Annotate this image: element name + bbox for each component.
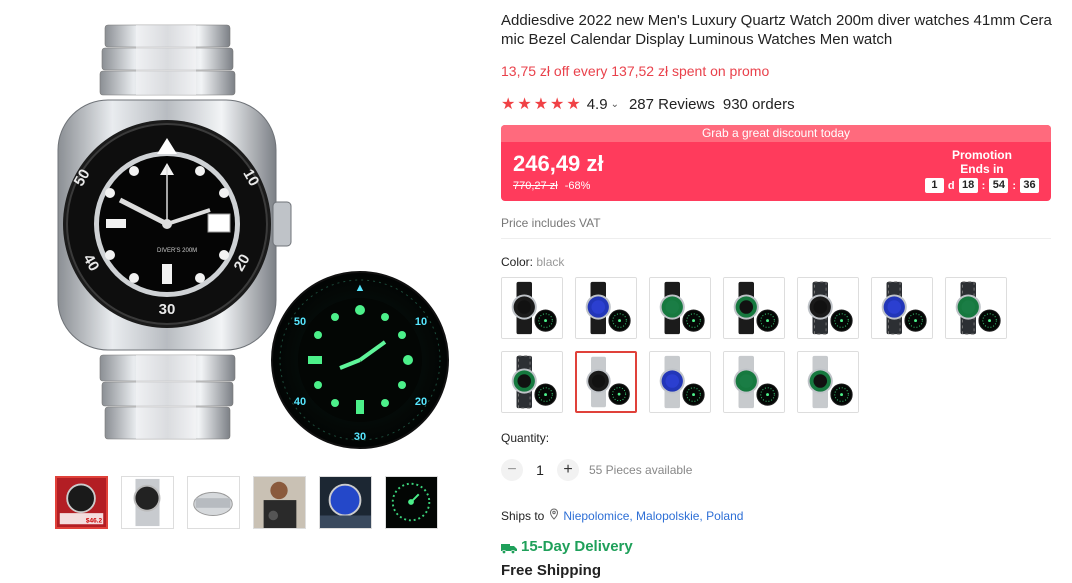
svg-text:DIVER'S 200M: DIVER'S 200M: [157, 248, 197, 254]
rating-row: ★ ★ ★ ★ ★ 4.9 ⌄ 287 Reviews 930 orders: [501, 96, 795, 113]
svg-text:30: 30: [159, 301, 176, 318]
svg-text:50: 50: [294, 316, 306, 328]
color-swatches: [501, 277, 1021, 413]
delivery-info: 15-Day Delivery: [501, 538, 633, 555]
ships-to-label: Ships to: [501, 508, 545, 523]
quantity-value[interactable]: 1: [523, 462, 557, 478]
thumbnail-2[interactable]: [121, 476, 174, 529]
ships-to-row: Ships to Niepolomice, Malopolskie, Polan…: [501, 508, 743, 523]
thumbnail-3[interactable]: [187, 476, 240, 529]
star-icon: ★: [517, 95, 532, 113]
color-swatch-7[interactable]: [945, 277, 1007, 339]
luminous-dial-inset: ▲ 30 50 10 40 20: [271, 271, 449, 449]
bracelet-bottom: [99, 354, 236, 440]
rating-stars: ★ ★ ★ ★ ★: [501, 95, 581, 113]
color-swatch-8[interactable]: [501, 351, 563, 413]
thumbnail-badge: $46.2: [86, 517, 103, 524]
original-price-row: 770,27 zł -68%: [513, 180, 590, 192]
star-icon: ★: [550, 95, 565, 113]
thumbnail-strip: $46.2: [55, 476, 438, 529]
color-swatch-5[interactable]: [797, 277, 859, 339]
bracelet-top: [99, 24, 236, 96]
color-swatch-9[interactable]: [575, 351, 637, 413]
quantity-plus-button[interactable]: +: [557, 459, 579, 481]
truck-icon: [501, 541, 517, 554]
color-swatch-3[interactable]: [649, 277, 711, 339]
quantity-minus-button[interactable]: −: [501, 459, 523, 481]
reviews-link[interactable]: 287 Reviews: [629, 96, 715, 113]
countdown: 1 d 18 : 54 : 36: [924, 178, 1039, 193]
color-swatch-2[interactable]: [575, 277, 637, 339]
thumbnail-5[interactable]: [319, 476, 372, 529]
countdown-days-unit: d: [947, 179, 955, 192]
vat-note: Price includes VAT: [501, 216, 601, 230]
current-price: 246,49 zł: [513, 151, 604, 176]
discount-percent: -68%: [564, 180, 591, 192]
star-icon: ★: [533, 95, 549, 113]
color-swatch-10[interactable]: [649, 351, 711, 413]
countdown-seconds: 36: [1020, 178, 1039, 193]
main-product-image[interactable]: 30 40 20 50 10 DIVER'S 200M ▲ 30 50 10 4…: [40, 20, 460, 450]
chevron-down-icon[interactable]: ⌄: [611, 99, 619, 110]
countdown-days: 1: [924, 178, 944, 193]
countdown-separator: :: [1012, 179, 1016, 192]
delivery-text: 15-Day Delivery: [521, 538, 633, 555]
promotion-timer: Promotion Ends in 1 d 18 : 54 : 36: [924, 148, 1039, 193]
thumbnail-6[interactable]: [385, 476, 438, 529]
color-swatch-4[interactable]: [723, 277, 785, 339]
shipping-location-link[interactable]: Niepolomice, Malopolskie, Poland: [563, 509, 743, 523]
color-swatch-1[interactable]: [501, 277, 563, 339]
color-swatch-12[interactable]: [797, 351, 859, 413]
rating-value[interactable]: 4.9: [587, 96, 608, 113]
color-label-text: Color:: [501, 255, 534, 269]
color-label: Color: black: [501, 255, 564, 269]
promotion-label: Promotion: [951, 148, 1012, 162]
color-swatch-11[interactable]: [723, 351, 785, 413]
free-shipping: Free Shipping: [501, 562, 602, 579]
divider: [501, 238, 1051, 239]
countdown-separator: :: [981, 179, 986, 192]
star-icon: ★: [501, 95, 516, 113]
color-selected-value: black: [536, 255, 565, 269]
color-swatch-6[interactable]: [871, 277, 933, 339]
countdown-hours: 18: [958, 178, 978, 193]
svg-text:10: 10: [415, 316, 427, 328]
countdown-minutes: 54: [989, 178, 1009, 193]
svg-text:40: 40: [294, 396, 306, 408]
svg-text:30: 30: [354, 431, 366, 443]
product-title: Addiesdive 2022 new Men's Luxury Quartz …: [501, 12, 1052, 48]
price-banner: Grab a great discount today 246,49 zł 77…: [501, 125, 1051, 201]
location-pin-icon: [549, 508, 559, 523]
svg-text:▲: ▲: [355, 282, 366, 294]
quantity-available: 55 Pieces available: [589, 463, 693, 477]
orders-count: 930 orders: [722, 96, 795, 113]
thumbnail-4[interactable]: [253, 476, 306, 529]
ends-in-label: Ends in: [960, 162, 1004, 176]
quantity-label: Quantity:: [501, 431, 550, 445]
discount-banner-text: Grab a great discount today: [501, 125, 1051, 142]
star-icon: ★: [566, 95, 581, 113]
watch-case: 30 40 20 50 10 DIVER'S 200M: [57, 99, 292, 351]
original-price: 770,27 zł: [513, 180, 558, 192]
quantity-stepper: − 1 + 55 Pieces available: [501, 459, 692, 481]
thumbnail-1[interactable]: $46.2: [55, 476, 108, 529]
promo-line[interactable]: 13,75 zł off every 137,52 zł spent on pr…: [501, 63, 769, 79]
